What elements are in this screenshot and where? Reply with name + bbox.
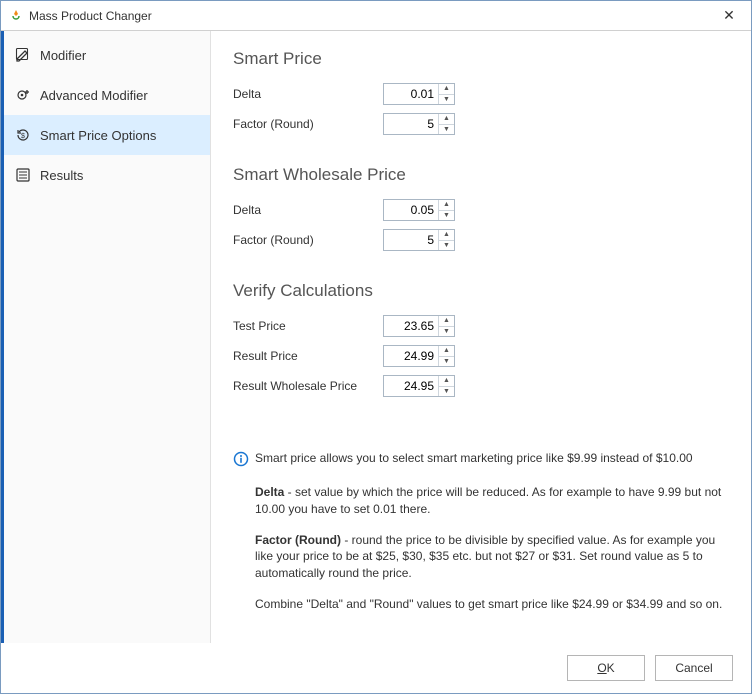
result-price-row: Result Price ▲▼ bbox=[233, 345, 729, 367]
sidebar-item-label: Modifier bbox=[40, 48, 86, 63]
wholesale-factor-row: Factor (Round) ▲▼ bbox=[233, 229, 729, 251]
sidebar-item-modifier[interactable]: Modifier bbox=[4, 35, 210, 75]
spin-down[interactable]: ▼ bbox=[439, 125, 454, 135]
help-intro-text: Smart price allows you to select smart m… bbox=[255, 451, 693, 465]
ok-button[interactable]: OK bbox=[567, 655, 645, 681]
svg-text:$: $ bbox=[21, 133, 25, 140]
result-wholesale-input[interactable] bbox=[384, 376, 438, 396]
field-label: Delta bbox=[233, 87, 383, 101]
titlebar: Mass Product Changer ✕ bbox=[1, 1, 751, 31]
test-price-row: Test Price ▲▼ bbox=[233, 315, 729, 337]
cancel-button[interactable]: Cancel bbox=[655, 655, 733, 681]
wholesale-delta-spinner[interactable]: ▲▼ bbox=[383, 199, 455, 221]
smart-wholesale-section: Smart Wholesale Price Delta ▲▼ Factor (R… bbox=[233, 165, 729, 259]
verify-section: Verify Calculations Test Price ▲▼ Result… bbox=[233, 281, 729, 405]
spin-up[interactable]: ▲ bbox=[439, 114, 454, 125]
spin-down[interactable]: ▼ bbox=[439, 241, 454, 251]
smart-price-factor-row: Factor (Round) ▲▼ bbox=[233, 113, 729, 135]
result-wholesale-spinner[interactable]: ▲▼ bbox=[383, 375, 455, 397]
help-block: Smart price allows you to select smart m… bbox=[233, 451, 729, 613]
rotate-dollar-icon: $ bbox=[14, 126, 32, 144]
spin-up[interactable]: ▲ bbox=[439, 200, 454, 211]
help-combine-para: Combine "Delta" and "Round" values to ge… bbox=[255, 596, 729, 613]
smart-price-delta-spinner[interactable]: ▲▼ bbox=[383, 83, 455, 105]
spin-down[interactable]: ▼ bbox=[439, 327, 454, 337]
help-factor-para: Factor (Round) - round the price to be d… bbox=[255, 532, 729, 582]
smart-price-factor-spinner[interactable]: ▲▼ bbox=[383, 113, 455, 135]
wholesale-factor-spinner[interactable]: ▲▼ bbox=[383, 229, 455, 251]
smart-price-section: Smart Price Delta ▲▼ Factor (Round) ▲▼ bbox=[233, 49, 729, 143]
info-icon bbox=[233, 451, 249, 470]
wholesale-factor-input[interactable] bbox=[384, 230, 438, 250]
content-area: Modifier Advanced Modifier $ Smart Price… bbox=[1, 31, 751, 643]
wholesale-delta-input[interactable] bbox=[384, 200, 438, 220]
result-price-input[interactable] bbox=[384, 346, 438, 366]
list-icon bbox=[14, 166, 32, 184]
help-delta-para: Delta - set value by which the price wil… bbox=[255, 484, 729, 518]
help-factor-bold: Factor (Round) bbox=[255, 533, 341, 547]
wholesale-delta-row: Delta ▲▼ bbox=[233, 199, 729, 221]
sidebar-item-label: Smart Price Options bbox=[40, 128, 156, 143]
field-label: Result Wholesale Price bbox=[233, 379, 383, 393]
test-price-spinner[interactable]: ▲▼ bbox=[383, 315, 455, 337]
sidebar-item-label: Results bbox=[40, 168, 83, 183]
field-label: Factor (Round) bbox=[233, 117, 383, 131]
section-title: Smart Wholesale Price bbox=[233, 165, 729, 185]
help-delta-bold: Delta bbox=[255, 485, 284, 499]
section-title: Smart Price bbox=[233, 49, 729, 69]
spin-up[interactable]: ▲ bbox=[439, 316, 454, 327]
sidebar-item-advanced-modifier[interactable]: Advanced Modifier bbox=[4, 75, 210, 115]
smart-price-factor-input[interactable] bbox=[384, 114, 438, 134]
smart-price-delta-row: Delta ▲▼ bbox=[233, 83, 729, 105]
app-icon bbox=[9, 9, 23, 23]
sidebar: Modifier Advanced Modifier $ Smart Price… bbox=[1, 31, 211, 643]
spin-down[interactable]: ▼ bbox=[439, 211, 454, 221]
section-title: Verify Calculations bbox=[233, 281, 729, 301]
spin-up[interactable]: ▲ bbox=[439, 376, 454, 387]
spin-down[interactable]: ▼ bbox=[439, 357, 454, 367]
smart-price-delta-input[interactable] bbox=[384, 84, 438, 104]
gear-plus-icon bbox=[14, 86, 32, 104]
close-button[interactable]: ✕ bbox=[715, 6, 743, 26]
spin-up[interactable]: ▲ bbox=[439, 230, 454, 241]
sidebar-item-smart-price-options[interactable]: $ Smart Price Options bbox=[4, 115, 210, 155]
help-delta-text: - set value by which the price will be r… bbox=[255, 485, 721, 516]
test-price-input[interactable] bbox=[384, 316, 438, 336]
result-price-spinner[interactable]: ▲▼ bbox=[383, 345, 455, 367]
main-panel: Smart Price Delta ▲▼ Factor (Round) ▲▼ bbox=[211, 31, 751, 643]
spin-up[interactable]: ▲ bbox=[439, 346, 454, 357]
dialog-window: Mass Product Changer ✕ Modifier Advanced… bbox=[0, 0, 752, 694]
spin-up[interactable]: ▲ bbox=[439, 84, 454, 95]
pencil-icon bbox=[14, 46, 32, 64]
spin-down[interactable]: ▼ bbox=[439, 95, 454, 105]
field-label: Test Price bbox=[233, 319, 383, 333]
result-wholesale-row: Result Wholesale Price ▲▼ bbox=[233, 375, 729, 397]
field-label: Delta bbox=[233, 203, 383, 217]
window-title: Mass Product Changer bbox=[29, 9, 152, 23]
field-label: Factor (Round) bbox=[233, 233, 383, 247]
footer: OK Cancel bbox=[1, 643, 751, 693]
sidebar-item-label: Advanced Modifier bbox=[40, 88, 148, 103]
sidebar-item-results[interactable]: Results bbox=[4, 155, 210, 195]
field-label: Result Price bbox=[233, 349, 383, 363]
spin-down[interactable]: ▼ bbox=[439, 387, 454, 397]
